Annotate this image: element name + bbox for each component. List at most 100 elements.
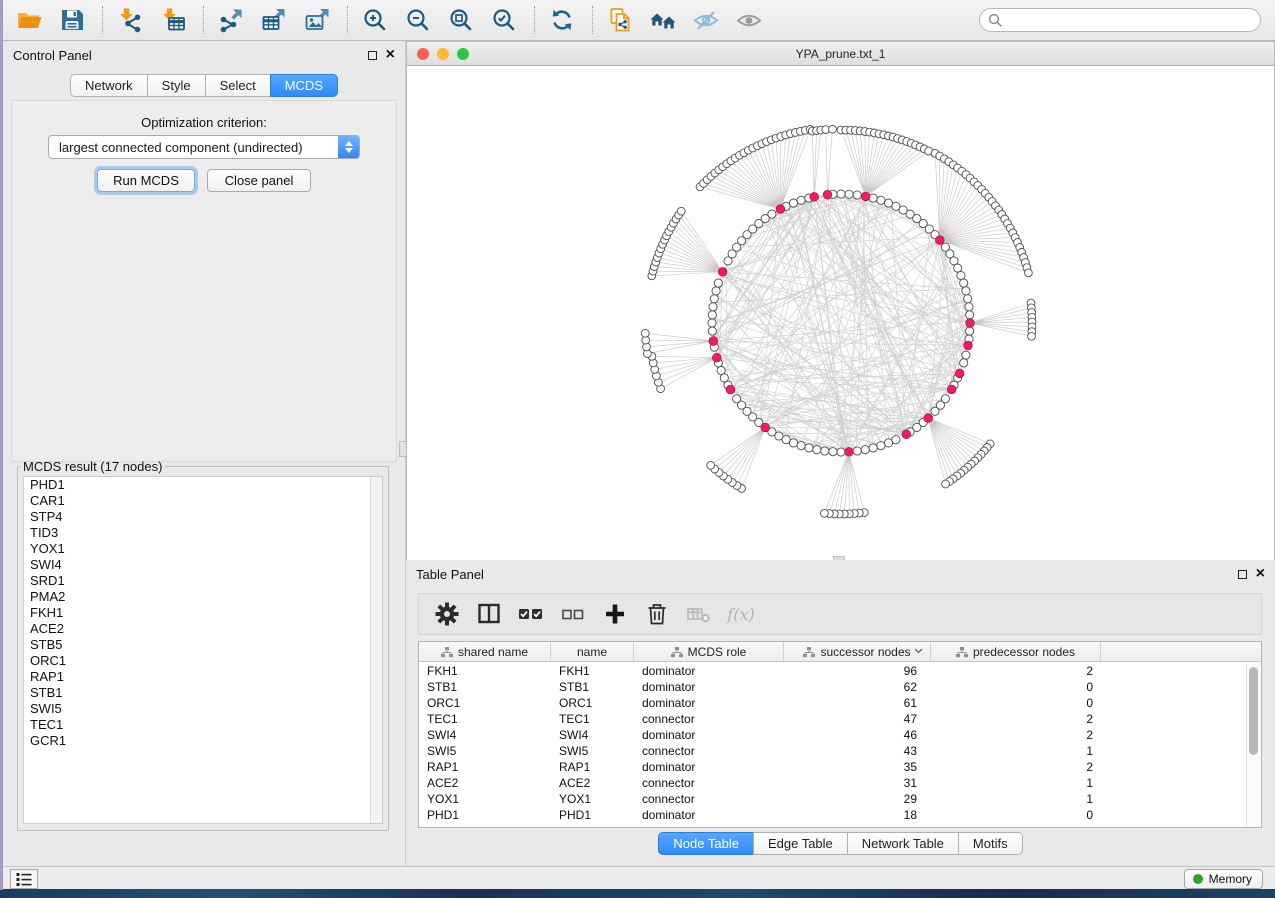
table-row[interactable]: SWI4SWI4dominator462 [419, 727, 1245, 743]
tab-edge-table[interactable]: Edge Table [753, 832, 848, 855]
graph-node[interactable] [884, 439, 892, 447]
graph-node[interactable] [708, 327, 716, 335]
mcds-result-item[interactable]: STB5 [24, 637, 382, 653]
graph-node[interactable] [1025, 269, 1033, 277]
graph-node[interactable] [877, 196, 885, 204]
graph-node[interactable] [962, 287, 970, 295]
graph-node[interactable] [853, 447, 861, 455]
graph-node[interactable] [966, 327, 974, 335]
network-titlebar[interactable]: YPA_prune.txt_1 [407, 42, 1274, 66]
mcds-result-item[interactable]: FKH1 [24, 605, 382, 621]
network-graph[interactable] [407, 66, 1274, 560]
task-history-button[interactable] [10, 869, 38, 889]
column-header-name[interactable]: name [551, 642, 634, 662]
mcds-result-item[interactable]: SWI4 [24, 557, 382, 573]
graph-node[interactable] [869, 444, 877, 452]
graph-node[interactable] [707, 461, 715, 469]
maximize-window-icon[interactable] [457, 48, 469, 60]
graph-hub-node[interactable] [709, 337, 718, 346]
table-settings-icon[interactable] [431, 599, 463, 629]
memory-button[interactable]: Memory [1184, 869, 1263, 889]
mcds-result-item[interactable]: STP4 [24, 509, 382, 525]
graph-hub-node[interactable] [712, 353, 721, 362]
graph-node[interactable] [869, 194, 877, 202]
graph-node[interactable] [960, 359, 968, 367]
split-panel-icon[interactable] [473, 599, 505, 629]
mcds-result-item[interactable]: ACE2 [24, 621, 382, 637]
select-all-checkboxes-icon[interactable] [515, 599, 547, 629]
mcds-result-item[interactable]: STB1 [24, 685, 382, 701]
graph-node[interactable] [966, 311, 974, 319]
deselect-all-checkboxes-icon[interactable] [557, 599, 589, 629]
graph-hub-node[interactable] [776, 205, 785, 214]
table-row[interactable]: RAP1RAP1dominator352 [419, 759, 1245, 775]
minimize-window-icon[interactable] [437, 48, 449, 60]
graph-node[interactable] [942, 480, 950, 488]
table-row[interactable]: YOX1YOX1connector291 [419, 791, 1245, 807]
graph-node[interactable] [821, 447, 829, 455]
tab-motifs[interactable]: Motifs [958, 832, 1023, 855]
graph-node[interactable] [710, 295, 718, 303]
mcds-list-scrollbar[interactable] [370, 477, 382, 823]
graph-node[interactable] [712, 287, 720, 295]
graph-node[interactable] [821, 509, 829, 517]
graph-node[interactable] [768, 210, 776, 218]
export-table-icon[interactable] [257, 4, 291, 36]
mcds-result-item[interactable]: ORC1 [24, 653, 382, 669]
graph-node[interactable] [1028, 332, 1036, 340]
mcds-result-item[interactable]: YOX1 [24, 541, 382, 557]
close-panel-button[interactable]: Close panel [207, 169, 311, 192]
tab-mcds[interactable]: MCDS [270, 74, 338, 97]
mcds-result-item[interactable]: RAP1 [24, 669, 382, 685]
sort-chevron-icon[interactable] [914, 648, 923, 654]
graph-hub-node[interactable] [924, 414, 933, 423]
graph-node[interactable] [717, 366, 725, 374]
tab-style[interactable]: Style [147, 74, 206, 97]
graph-node[interactable] [708, 319, 716, 327]
table-scrollbar-thumb[interactable] [1249, 667, 1258, 755]
search-input[interactable] [1008, 11, 1260, 29]
graph-node[interactable] [797, 442, 805, 450]
zoom-fit-icon[interactable] [444, 4, 478, 36]
mcds-result-item[interactable]: TID3 [24, 525, 382, 541]
duplicate-network-icon[interactable] [603, 4, 637, 36]
graph-node[interactable] [845, 190, 853, 198]
export-network-icon[interactable] [214, 4, 248, 36]
tab-node-table[interactable]: Node Table [658, 832, 754, 855]
hide-selected-icon[interactable] [689, 4, 723, 36]
delete-column-icon[interactable] [641, 599, 673, 629]
run-mcds-button[interactable]: Run MCDS [97, 169, 195, 192]
graph-hub-node[interactable] [810, 192, 819, 201]
close-window-icon[interactable] [417, 48, 429, 60]
tab-network-table[interactable]: Network Table [847, 832, 959, 855]
export-image-icon[interactable] [300, 4, 334, 36]
close-panel-icon[interactable]: × [1256, 569, 1265, 579]
graph-node[interactable] [829, 448, 837, 456]
zoom-selected-icon[interactable] [487, 4, 521, 36]
mcds-result-item[interactable]: PHD1 [24, 477, 382, 493]
graph-hub-node[interactable] [947, 385, 956, 394]
graph-node[interactable] [861, 446, 869, 454]
graph-node[interactable] [965, 303, 973, 311]
mcds-result-item[interactable]: CAR1 [24, 493, 382, 509]
graph-hub-node[interactable] [761, 423, 770, 432]
table-scrollbar-track[interactable] [1246, 663, 1261, 827]
mcds-result-item[interactable]: TEC1 [24, 717, 382, 733]
graph-hub-node[interactable] [955, 369, 964, 378]
graph-node[interactable] [797, 196, 805, 204]
graph-node[interactable] [964, 295, 972, 303]
graph-node[interactable] [877, 442, 885, 450]
mcds-result-item[interactable]: SRD1 [24, 573, 382, 589]
show-all-icon[interactable] [732, 4, 766, 36]
float-panel-icon[interactable] [1238, 570, 1247, 579]
open-session-icon[interactable] [12, 4, 46, 36]
criterion-dropdown[interactable]: largest connected component (undirected) [48, 135, 360, 159]
graph-node[interactable] [829, 125, 837, 133]
graph-node[interactable] [789, 199, 797, 207]
graph-hub-node[interactable] [964, 341, 973, 350]
graph-hub-node[interactable] [966, 319, 975, 328]
graph-hub-node[interactable] [718, 267, 727, 276]
column-header-successor-nodes[interactable]: successor nodes [784, 642, 931, 662]
table-row[interactable]: FKH1FKH1dominator962 [419, 663, 1245, 679]
graph-node[interactable] [837, 190, 845, 198]
